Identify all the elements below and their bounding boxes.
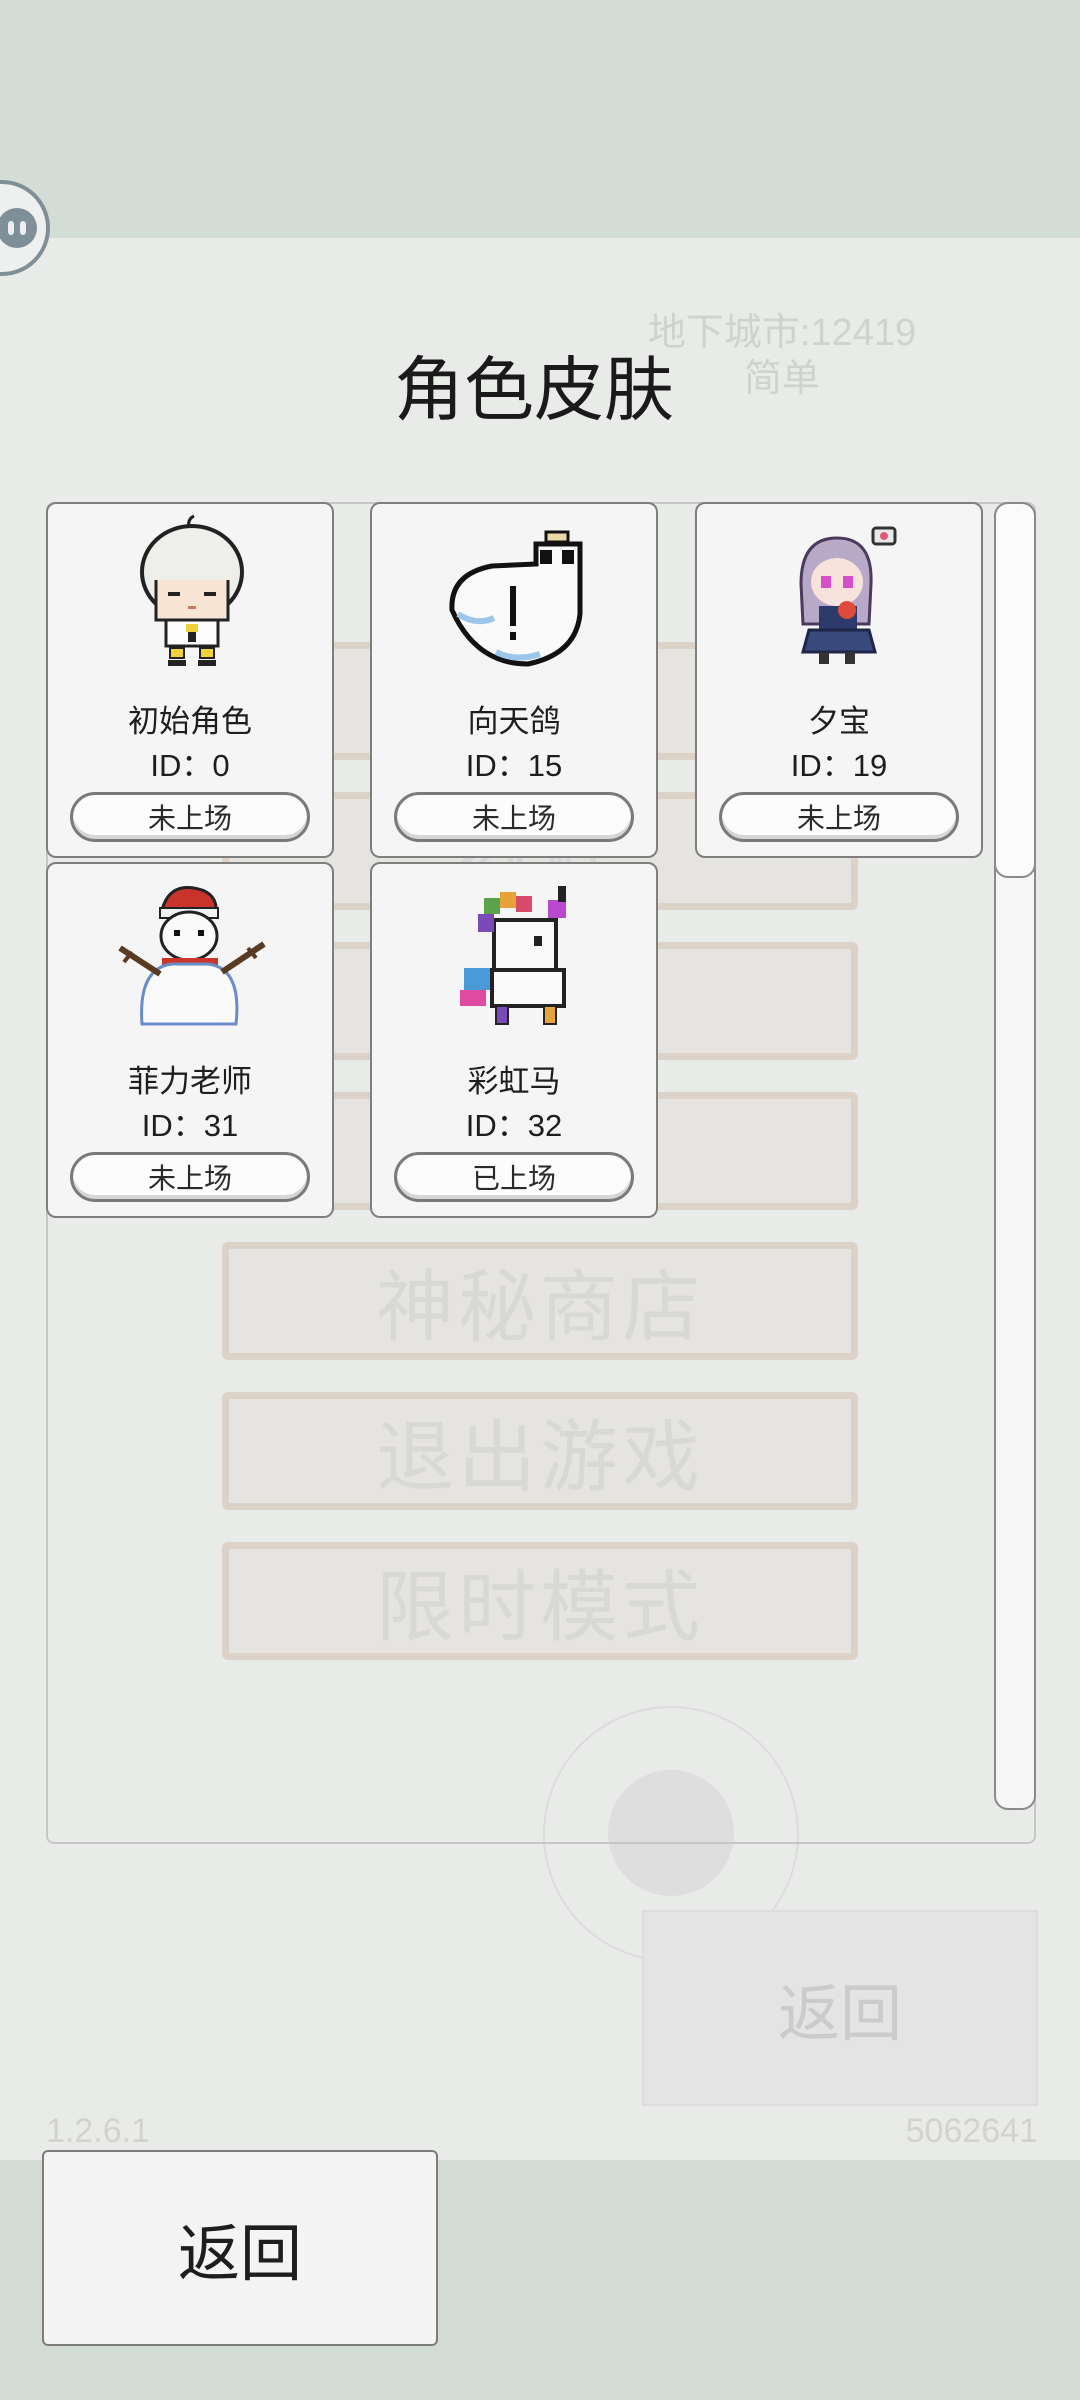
bg-version-text: 1.2.6.1: [46, 2112, 150, 2150]
white-pigeon-icon: [449, 530, 583, 667]
purple-hair-girl-icon: [799, 526, 897, 664]
skin-equip-button[interactable]: 未上场: [70, 792, 310, 842]
skin-equip-button[interactable]: 未上场: [719, 792, 959, 842]
scrollbar-thumb[interactable]: [994, 502, 1036, 878]
skin-name: 初始角色: [128, 704, 252, 739]
white-haired-kid-icon: [140, 514, 244, 666]
skin-equip-button[interactable]: 未上场: [394, 792, 634, 842]
skin-name: 向天鸽: [467, 704, 561, 739]
skin-card[interactable]: 夕宝 ID：19 未上场: [695, 502, 983, 858]
skin-equip-button[interactable]: 未上场: [70, 1152, 310, 1202]
rainbow-unicorn-icon: [460, 886, 566, 1025]
skin-card[interactable]: 向天鸽 ID：15 未上场: [370, 502, 658, 858]
skin-name: 彩虹马: [467, 1064, 561, 1099]
skin-equipped-button[interactable]: 已上场: [394, 1152, 634, 1202]
skin-id: ID：15: [465, 748, 563, 783]
skin-id: ID：0: [150, 748, 230, 783]
skin-id: ID：19: [790, 748, 888, 783]
skin-name: 菲力老师: [128, 1064, 252, 1099]
bg-code-text: 5062641: [905, 2112, 1038, 2150]
skin-card[interactable]: 彩虹马 ID：32 已上场: [370, 862, 658, 1218]
skin-card[interactable]: 初始角色 ID：0 未上场: [46, 502, 334, 858]
skin-id: ID：32: [465, 1108, 563, 1143]
return-button[interactable]: 返回: [42, 2150, 438, 2346]
bg-return-button: 返回: [642, 1910, 1038, 2106]
snowman-icon: [118, 886, 266, 1026]
game-screen: 地下城市:12419 简单 教程 教程 皮肤 神秘商店 退出游戏 限时模式 返回…: [0, 0, 1080, 2400]
skin-name: 夕宝: [808, 704, 870, 739]
skin-id: ID：31: [141, 1108, 239, 1143]
page-title: 角色皮肤: [394, 351, 674, 429]
skin-card[interactable]: 菲力老师 ID：31 未上场: [46, 862, 334, 1218]
assistant-face-icon: [0, 208, 37, 248]
